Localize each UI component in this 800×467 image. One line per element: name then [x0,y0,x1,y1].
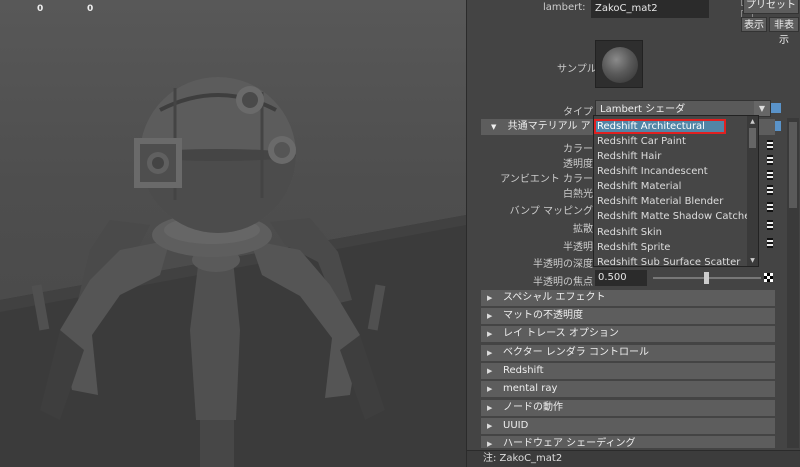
preset-button[interactable]: プリセット [743,0,799,14]
attr-incandescence-label: 白熱光 [563,189,593,200]
bump-map-icon[interactable] [767,202,773,212]
type-color-indicator [771,103,781,113]
expand-triangle-icon: ▶ [487,349,493,357]
expand-triangle-icon: ▶ [487,294,493,302]
ambient-map-icon[interactable] [767,170,773,180]
section-node-behavior[interactable]: ▶ ノードの動作 [481,400,775,416]
attr-ambient-color-label: アンビエント カラー [500,174,593,185]
notes-footer: 注: ZakoC_mat2 [467,450,800,467]
expand-triangle-icon: ▶ [487,422,493,430]
dropdown-option-redshift-hair[interactable]: Redshift Hair [594,149,748,164]
scroll-down-icon[interactable]: ▼ [748,256,757,265]
panel-scrollbar-thumb[interactable] [789,122,797,208]
section-redshift[interactable]: ▶ Redshift [481,363,775,379]
dropdown-option-redshift-incandescent[interactable]: Redshift Incandescent [594,164,748,179]
hud-readout-left: 0 [37,4,44,14]
dropdown-option-redshift-matte-shadow-catcher[interactable]: Redshift Matte Shadow Catcher [594,209,754,224]
dropdown-scrollbar[interactable]: ▲ ▼ [747,116,758,266]
dropdown-option-redshift-car-paint[interactable]: Redshift Car Paint [594,134,748,149]
translucence-focus-slider-handle[interactable] [704,272,709,284]
dropdown-option-redshift-architectural[interactable]: Redshift Architectural [594,119,726,134]
section-hardware-shading[interactable]: ▶ ハードウェア シェーディング [481,436,775,448]
attribute-editor-panel: lambert: ZakoC_mat2 プリセット 表示 非表示 サンプル タイ… [466,0,800,467]
dropdown-scrollbar-thumb[interactable] [749,128,756,148]
dropdown-option-redshift-material[interactable]: Redshift Material [594,179,748,194]
dropdown-option-redshift-sub-surface-scatter[interactable]: Redshift Sub Surface Scatter [594,255,748,266]
type-label: タイプ [563,107,593,118]
scene-render [0,77,466,467]
dropdown-option-redshift-skin[interactable]: Redshift Skin [594,225,748,240]
section-uuid[interactable]: ▶ UUID [481,418,775,434]
dropdown-option-redshift-sprite[interactable]: Redshift Sprite [594,240,748,255]
expand-triangle-icon: ▶ [487,440,493,448]
material-type-label: lambert: [543,2,586,13]
dropdown-option-redshift-material-blender[interactable]: Redshift Material Blender [594,194,748,209]
sample-sphere-icon [602,47,638,83]
section-raytrace-options[interactable]: ▶ レイ トレース オプション [481,326,775,342]
attr-diffuse-label: 拡散 [573,224,593,235]
hide-button[interactable]: 非表示 [769,17,799,46]
section-mental-ray[interactable]: ▶ mental ray [481,381,775,397]
type-dropdown-value: Lambert シェーダ [600,104,686,115]
attr-translucence-depth-label: 半透明の深度 [533,259,593,270]
section-matte-opacity[interactable]: ▶ マットの不透明度 [481,308,775,324]
attr-translucence-label: 半透明 [563,242,593,253]
translucence-focus-input[interactable]: 0.500 [595,270,647,286]
collapse-triangle-icon: ▼ [491,123,497,131]
expand-triangle-icon: ▶ [487,330,493,338]
type-dropdown-list[interactable]: Redshift Architectural Redshift Car Pain… [593,115,759,267]
expand-triangle-icon: ▶ [487,367,493,375]
incandescence-map-icon[interactable] [767,185,773,195]
translucence-map-icon[interactable] [767,238,773,248]
sample-label: サンプル [557,64,597,75]
3d-viewport[interactable]: 0 0 [0,0,466,467]
hud-readout-right: 0 [87,4,94,14]
diffuse-map-icon[interactable] [767,220,773,230]
show-button[interactable]: 表示 [741,17,767,32]
attr-transparency-label: 透明度 [563,159,593,170]
material-sample-swatch [595,40,643,88]
expand-triangle-icon: ▶ [487,312,493,320]
material-name-field[interactable]: ZakoC_mat2 [591,0,709,18]
chevron-down-icon: ▼ [754,101,770,116]
panel-scrollbar[interactable] [787,118,799,448]
expand-triangle-icon: ▶ [487,404,493,412]
checker-map-icon[interactable] [764,273,773,282]
color-map-icon[interactable] [767,140,773,150]
attr-bump-mapping-label: バンプ マッピング [509,206,593,217]
section-special-effects[interactable]: ▶ スペシャル エフェクト [481,290,775,306]
attr-translucence-focus-label: 半透明の焦点 [533,277,593,288]
attr-color-label: カラー [563,144,593,155]
scroll-up-icon[interactable]: ▲ [748,117,757,126]
transparency-map-icon[interactable] [767,155,773,165]
section-vector-renderer-control[interactable]: ▶ ベクター レンダラ コントロール [481,345,775,361]
expand-triangle-icon: ▶ [487,385,493,393]
